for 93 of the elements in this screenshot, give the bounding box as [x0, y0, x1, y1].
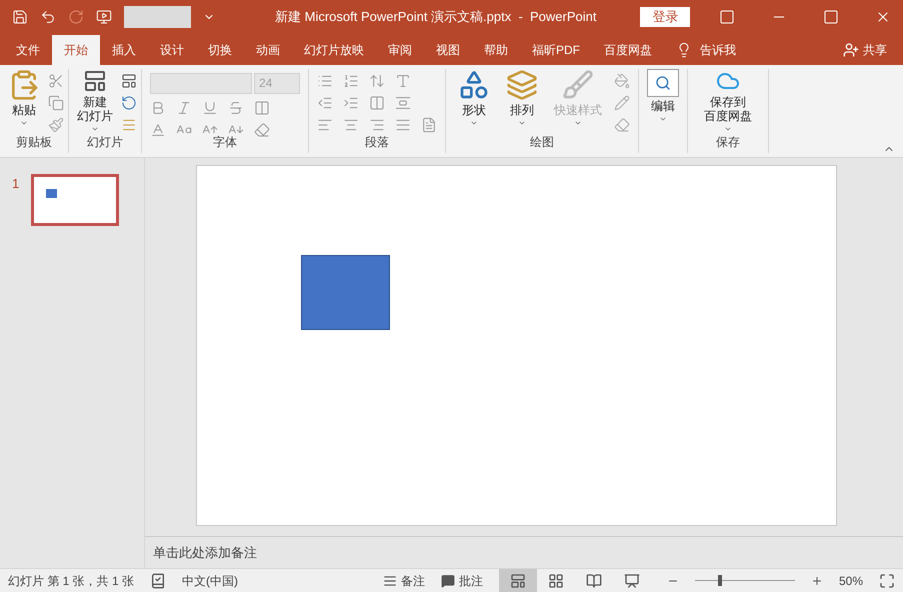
ribbon-button[interactable]: 形状 — [454, 69, 494, 133]
ribbon-tab[interactable]: 插入 — [100, 35, 148, 65]
slideshow-icon[interactable] — [96, 8, 112, 24]
eraser-icon[interactable] — [254, 122, 270, 138]
fit-icon[interactable] — [879, 572, 895, 588]
quick-access-field[interactable] — [124, 6, 191, 28]
outline-icon[interactable] — [614, 95, 630, 111]
brush-icon — [562, 69, 594, 101]
layout-icon[interactable] — [121, 73, 137, 89]
ribbon-tab[interactable]: 审阅 — [376, 35, 424, 65]
language-label[interactable]: 中文(中国) — [182, 572, 238, 590]
reset-icon[interactable] — [121, 95, 137, 111]
group-label: 绘图 — [530, 134, 554, 151]
redo-icon[interactable] — [68, 8, 84, 24]
align-right-icon[interactable] — [369, 117, 385, 133]
font-color-icon[interactable] — [150, 122, 166, 138]
ribbon-tab[interactable]: 百度网盘 — [592, 35, 664, 65]
text-direction-icon[interactable] — [395, 73, 411, 89]
share-button[interactable]: 共享 — [843, 35, 887, 65]
sorter-view-icon — [548, 572, 564, 588]
justify-icon[interactable] — [395, 117, 411, 133]
indent-icon[interactable] — [343, 95, 359, 111]
group-label: 字体 — [213, 134, 237, 151]
login-button[interactable]: 登录 — [640, 6, 690, 26]
normal-view-icon — [510, 572, 526, 588]
paintbrush-icon[interactable] — [48, 117, 64, 133]
ribbon-button[interactable]: 新建 幻灯片 — [73, 69, 117, 133]
shape-thumbnail — [46, 189, 58, 198]
ribbon-tab[interactable]: 切换 — [196, 35, 244, 65]
copy-icon[interactable] — [48, 95, 64, 111]
search-icon — [647, 69, 679, 97]
ribbon-tab[interactable]: 幻灯片放映 — [292, 35, 376, 65]
group-label: 幻灯片 — [87, 134, 123, 151]
ribbon-tab[interactable]: 文件 — [4, 35, 52, 65]
ribbon-tab[interactable]: 帮助 — [472, 35, 520, 65]
font-name-field[interactable] — [150, 73, 252, 94]
strikethrough-icon[interactable] — [228, 100, 244, 116]
caret-icon — [724, 125, 732, 133]
zoom-in-icon[interactable] — [810, 574, 823, 586]
group-label: 段落 — [365, 134, 389, 151]
ribbon-tab[interactable]: 设计 — [148, 35, 196, 65]
undo-icon[interactable] — [40, 8, 56, 24]
line-spacing-icon[interactable] — [369, 73, 385, 89]
scissors-icon[interactable] — [48, 73, 64, 89]
caret-icon — [91, 125, 99, 133]
outdent-icon[interactable] — [317, 95, 333, 111]
spelling-icon[interactable] — [150, 572, 166, 588]
caret-icon — [659, 115, 667, 123]
save-icon[interactable] — [12, 8, 28, 24]
group-label: 保存 — [716, 134, 740, 151]
zoom-slider[interactable] — [694, 574, 795, 586]
ribbon-display-icon[interactable] — [719, 8, 735, 24]
align-left-icon[interactable] — [317, 117, 333, 133]
ribbon-tab[interactable]: 视图 — [424, 35, 472, 65]
shapes-icon — [458, 69, 490, 101]
zoom-level[interactable]: 50% — [838, 572, 863, 590]
notes-button[interactable]: 备注 — [382, 572, 425, 590]
rectangle-shape[interactable] — [301, 255, 390, 330]
user-plus-icon — [843, 42, 859, 58]
maximize-icon[interactable] — [823, 8, 839, 24]
view-button[interactable] — [498, 569, 537, 592]
caret-icon — [20, 119, 28, 127]
ribbon-button[interactable]: 保存到 百度网盘 — [700, 69, 756, 133]
ribbon-button[interactable]: 编辑 — [643, 69, 683, 123]
numbering-icon[interactable] — [343, 73, 359, 89]
fill-icon[interactable] — [614, 73, 630, 89]
section-icon[interactable] — [121, 117, 137, 133]
group-label: 剪贴板 — [16, 134, 52, 151]
slideshow-view-icon — [624, 572, 640, 588]
slide-number: 1 — [12, 175, 20, 193]
caret-icon — [518, 119, 526, 127]
caret-icon — [574, 119, 582, 127]
slide-info: 幻灯片 第 1 张，共 1 张 — [8, 572, 134, 590]
ribbon-tab[interactable]: 开始 — [52, 35, 100, 65]
arrange-icon — [506, 69, 538, 101]
reading-view-icon — [586, 572, 602, 588]
window-title: 新建 Microsoft PowerPoint 演示文稿.pptx - PowerPoint — [275, 8, 596, 26]
zoom-thumb[interactable] — [718, 575, 722, 586]
ribbon-tab[interactable]: 动画 — [244, 35, 292, 65]
ribbon-tab[interactable]: 福昕PDF — [520, 35, 592, 65]
slide-thumbnail[interactable] — [31, 174, 120, 226]
lines-icon — [382, 574, 397, 588]
columns-icon[interactable] — [369, 95, 385, 111]
ribbon-button[interactable]: 粘贴 — [4, 69, 44, 133]
ribbon-button[interactable]: 排列 — [502, 69, 542, 133]
comments-button[interactable]: 批注 — [440, 572, 483, 590]
italic-icon[interactable] — [176, 100, 192, 116]
align-center-icon[interactable] — [343, 117, 359, 133]
caret-icon — [470, 119, 478, 127]
tell-me-label[interactable]: 告诉我 — [700, 41, 736, 59]
comment-icon — [440, 574, 455, 588]
align-text-icon[interactable] — [395, 95, 411, 111]
underline-icon[interactable] — [202, 100, 218, 116]
